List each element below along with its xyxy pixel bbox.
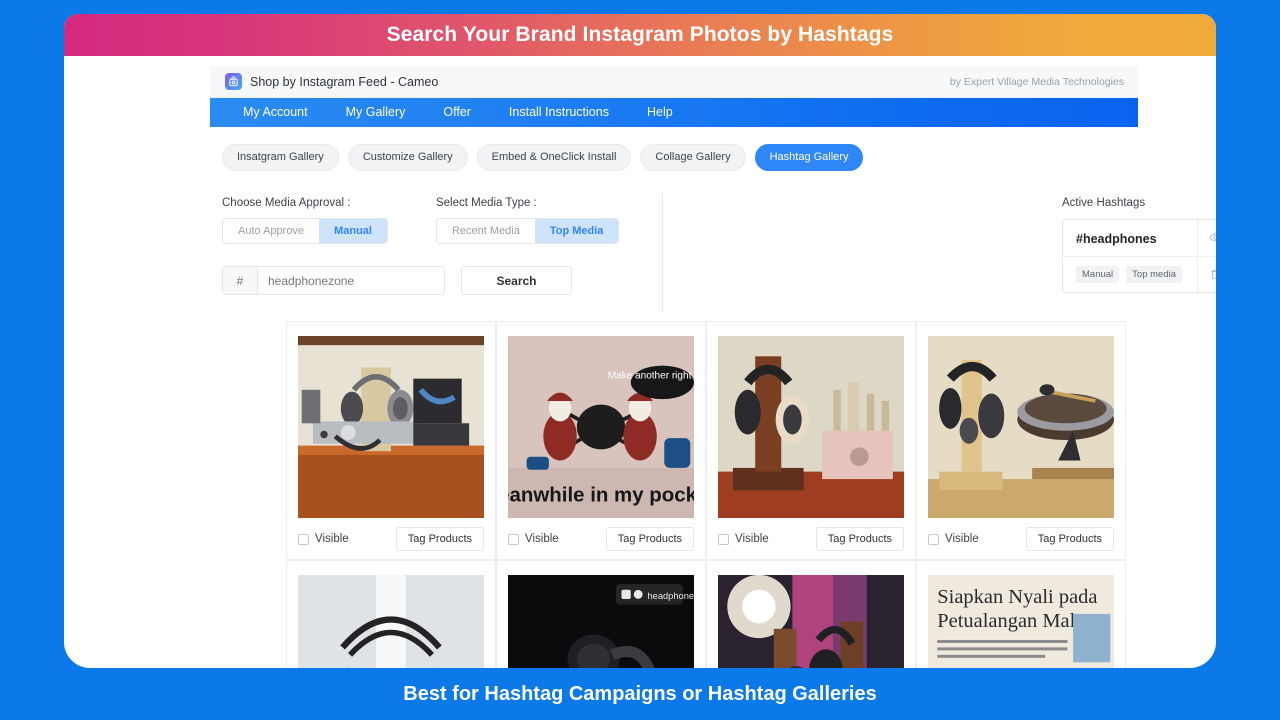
photo-card: Visible Tag Products: [706, 560, 916, 668]
tab-instagram-gallery[interactable]: Insatgram Gallery: [222, 144, 339, 171]
photo-card: Visible Tag Products: [286, 560, 496, 668]
visible-checkbox[interactable]: [718, 534, 729, 545]
search-button[interactable]: Search: [461, 266, 572, 295]
photo-grid: Visible Tag Products: [222, 321, 1216, 668]
hashtag-name: #headphones: [1063, 220, 1197, 257]
controls-row: Choose Media Approval : Auto Approve Man…: [222, 197, 1216, 295]
bottom-banner: Best for Hashtag Campaigns or Hashtag Ga…: [0, 668, 1280, 720]
eye-icon[interactable]: [1198, 220, 1216, 257]
nav-item-help[interactable]: Help: [628, 98, 692, 127]
gallery-tabs: Insatgram Gallery Customize Gallery Embe…: [222, 144, 1216, 171]
segment-auto-approve[interactable]: Auto Approve: [223, 219, 319, 243]
visible-label: Visible: [945, 533, 979, 545]
comic-caption: Meanwhile in my pocket.: [508, 483, 694, 506]
hashtag-search-row: # Search: [222, 266, 600, 295]
app-window: Search Your Brand Instagram Photos by Ha…: [64, 14, 1216, 668]
visible-label: Visible: [315, 533, 349, 545]
promo-banner: Search Your Brand Instagram Photos by Ha…: [64, 14, 1216, 56]
nav-item-my-account[interactable]: My Account: [224, 98, 327, 127]
photo-card: headphonezone Visible Tag Products: [496, 560, 706, 668]
tag-products-button[interactable]: Tag Products: [816, 527, 904, 551]
photo-card-footer: Visible Tag Products: [508, 518, 694, 560]
tab-embed-oneclick-install[interactable]: Embed & OneClick Install: [477, 144, 632, 171]
photo-thumbnail[interactable]: headphonezone: [508, 575, 694, 668]
nav-item-offer[interactable]: Offer: [424, 98, 490, 127]
nav-item-my-gallery[interactable]: My Gallery: [327, 98, 425, 127]
main-navigation: My Account My Gallery Offer Install Inst…: [210, 98, 1138, 127]
segment-top-media[interactable]: Top Media: [535, 219, 619, 243]
media-type-segmented: Recent Media Top Media: [436, 218, 619, 244]
tag-products-button[interactable]: Tag Products: [606, 527, 694, 551]
photo-thumbnail[interactable]: [298, 575, 484, 668]
hashtag-card: #headphones Manual Top media: [1062, 219, 1216, 293]
tab-hashtag-gallery[interactable]: Hashtag Gallery: [755, 144, 864, 171]
hashtag-badges: Manual Top media: [1063, 257, 1197, 292]
segment-recent-media[interactable]: Recent Media: [437, 219, 535, 243]
segment-manual[interactable]: Manual: [319, 219, 387, 243]
media-type-group: Select Media Type : Recent Media Top Med…: [436, 197, 619, 244]
photo-watermark: headphonezone: [648, 591, 695, 601]
photo-card: Visible Tag Products: [916, 321, 1126, 560]
comic-bubble-line1: Make another right there: [608, 371, 694, 382]
photo-card-footer: Visible Tag Products: [298, 518, 484, 560]
tag-products-button[interactable]: Tag Products: [396, 527, 484, 551]
visible-checkbox[interactable]: [508, 534, 519, 545]
hashtag-card-body: #headphones Manual Top media: [1063, 220, 1197, 292]
newspaper-headline-1: Siapkan Nyali pada: [937, 586, 1097, 608]
tab-collage-gallery[interactable]: Collage Gallery: [640, 144, 745, 171]
photo-card: Visible Tag Products: [706, 321, 916, 560]
photo-thumbnail[interactable]: [718, 336, 904, 518]
photo-card: Visible Tag Products: [286, 321, 496, 560]
active-hashtags-label: Active Hashtags: [1062, 197, 1216, 209]
photo-card: Make another right there Meanwhile in my…: [496, 321, 706, 560]
media-approval-label: Choose Media Approval :: [222, 197, 388, 209]
photo-thumbnail[interactable]: [718, 575, 904, 668]
app-titlebar: Shop by Instagram Feed - Cameo by Expert…: [210, 66, 1138, 98]
tab-customize-gallery[interactable]: Customize Gallery: [348, 144, 468, 171]
search-controls: Choose Media Approval : Auto Approve Man…: [222, 197, 600, 295]
app-name: Shop by Instagram Feed - Cameo: [250, 75, 438, 89]
visible-label: Visible: [735, 533, 769, 545]
photo-thumbnail[interactable]: [298, 336, 484, 518]
hash-prefix-icon: #: [223, 267, 258, 294]
visible-label: Visible: [525, 533, 559, 545]
hashtag-card-actions: [1197, 220, 1216, 292]
bottom-banner-title: Best for Hashtag Campaigns or Hashtag Ga…: [403, 683, 876, 706]
section-divider: [662, 193, 663, 311]
nav-item-install-instructions[interactable]: Install Instructions: [490, 98, 628, 127]
hashtag-search-input[interactable]: [258, 267, 444, 294]
badge-approval: Manual: [1076, 266, 1119, 283]
screenshot-stage: Search Your Brand Instagram Photos by Ha…: [0, 0, 1280, 720]
hashtag-input-group: #: [222, 266, 445, 295]
trash-icon[interactable]: [1198, 257, 1216, 293]
photo-thumbnail[interactable]: [928, 336, 1114, 518]
media-type-label: Select Media Type :: [436, 197, 619, 209]
photo-thumbnail[interactable]: Siapkan Nyali pada Petualangan Malam: [928, 575, 1114, 668]
photo-card-footer: Visible Tag Products: [718, 518, 904, 560]
active-hashtags-list: #headphones Manual Top media: [1062, 219, 1216, 293]
photo-card-footer: Visible Tag Products: [928, 518, 1114, 560]
tag-products-button[interactable]: Tag Products: [1026, 527, 1114, 551]
visible-checkbox[interactable]: [298, 534, 309, 545]
instagram-bag-icon: [225, 73, 242, 90]
active-hashtags-section: Active Hashtags #headphones Manual Top m…: [1062, 197, 1216, 295]
badge-media-type: Top media: [1126, 266, 1182, 283]
visible-checkbox[interactable]: [928, 534, 939, 545]
media-approval-group: Choose Media Approval : Auto Approve Man…: [222, 197, 388, 244]
photo-thumbnail[interactable]: Make another right there Meanwhile in my…: [508, 336, 694, 518]
page-content: Insatgram Gallery Customize Gallery Embe…: [64, 127, 1216, 668]
publisher-label: by Expert Village Media Technologies: [950, 76, 1130, 88]
media-approval-segmented: Auto Approve Manual: [222, 218, 388, 244]
photo-card: Siapkan Nyali pada Petualangan Malam: [916, 560, 1126, 668]
promo-banner-title: Search Your Brand Instagram Photos by Ha…: [387, 23, 894, 47]
